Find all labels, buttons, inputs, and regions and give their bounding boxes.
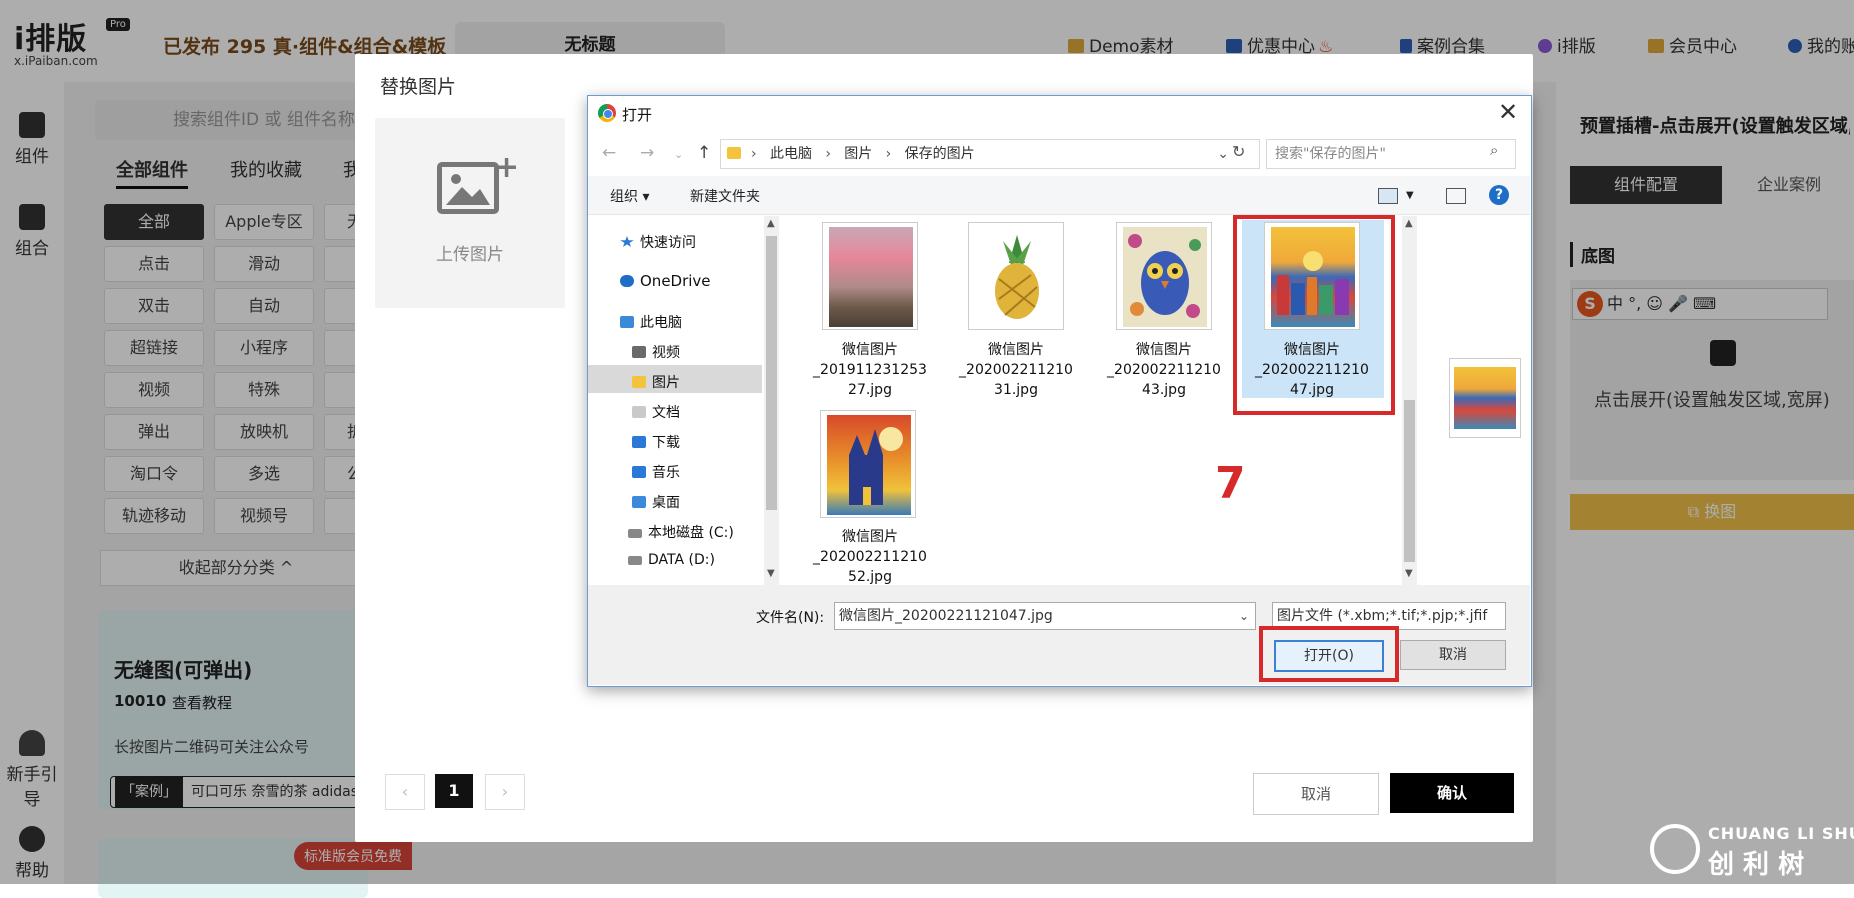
drive-icon [628,529,642,538]
sunset-image [829,227,913,327]
preview-image [1454,367,1516,429]
view-dropdown[interactable]: ▼ [1406,190,1414,201]
tree-music[interactable]: 音乐 [632,462,680,482]
cloud-icon [620,275,634,287]
cancel-button[interactable]: 取消 [1400,640,1506,670]
caret-down-icon: ▼ [1406,190,1414,201]
view-icon[interactable] [1378,188,1398,204]
tree-drive-c[interactable]: 本地磁盘 (C:) [628,522,734,542]
back-button[interactable]: ← [602,143,616,163]
folder-icon [727,147,741,159]
file-item[interactable]: 微信图片 _202002211210 43.jpg [1104,340,1224,400]
chevron-left-icon: ‹ [401,782,409,801]
image-icon [437,162,499,214]
breadcrumb-sep-icon: › [751,146,757,162]
new-folder-button[interactable]: 新建文件夹 [690,186,760,206]
help-icon[interactable]: ? [1489,185,1509,205]
file-thumbnail[interactable] [1116,222,1212,330]
organize-menu[interactable]: 组织 ▾ [610,186,649,206]
filename-input[interactable]: 微信图片_20200221121047.jpg ⌄ [834,602,1256,630]
tree-videos[interactable]: 视频 [632,342,680,362]
video-folder-icon [632,346,646,358]
tree-documents[interactable]: 文档 [632,402,680,422]
scroll-down-icon[interactable]: ▼ [1405,568,1413,579]
dialog-title: 打开 [622,106,653,124]
files-scroll-thumb[interactable] [1404,400,1415,562]
scroll-down-icon[interactable]: ▼ [767,568,775,579]
watermark-cn: 创 利 树 [1708,850,1805,880]
step-number: 7 [1215,458,1246,509]
tree-desktop[interactable]: 桌面 [632,492,680,512]
filename-label: 文件名(N): [756,610,825,626]
upload-label: 上传图片 [436,245,504,265]
search-folder-input[interactable]: 搜索"保存的图片" [1266,139,1516,169]
documents-folder-icon [632,406,646,418]
refresh-button[interactable]: ↻ [1232,142,1245,161]
tree-scroll-thumb[interactable] [766,236,777,510]
forward-button[interactable]: → [640,143,654,163]
chevron-down-icon[interactable]: ⌄ [1235,603,1249,629]
file-thumbnail[interactable] [820,410,916,518]
tree-pictures[interactable]: 图片 [632,372,680,392]
chevron-down-icon[interactable]: ⌄ [1217,140,1229,168]
file-item[interactable]: 微信图片 _202002211210 31.jpg [956,340,1076,400]
highlight-selected-file [1233,215,1395,415]
preview-pane [1449,358,1521,438]
refresh-icon: ↻ [1232,142,1246,161]
page-current[interactable]: 1 [435,774,473,808]
file-thumbnail[interactable] [968,222,1064,330]
page-next-button[interactable]: › [485,774,525,810]
download-folder-icon [632,436,646,448]
owl-image [1123,227,1207,327]
drive-icon [628,556,642,565]
castle-image [827,415,911,515]
watermark-logo-icon [1650,824,1700,874]
watermark-en: CHUANG LI SHU [1708,824,1854,843]
chrome-icon-center [603,109,613,119]
modal-cancel-button[interactable]: 取消 [1253,773,1379,815]
pineapple-image [975,227,1059,327]
modal-confirm-button[interactable]: 确认 [1390,773,1514,813]
breadcrumb-this-pc[interactable]: 此电脑 [770,146,812,162]
highlight-open-button [1259,626,1399,682]
breadcrumb-saved-pictures[interactable]: 保存的图片 [905,146,975,162]
breadcrumb-sep-icon: › [885,146,892,162]
close-icon[interactable]: ✕ [1498,98,1518,126]
tree-quick-access[interactable]: 快速访问 [620,232,696,252]
file-item[interactable]: 微信图片 _201911231253 27.jpg [810,340,930,400]
scroll-up-icon[interactable]: ▲ [767,218,775,229]
modal-title: 替换图片 [380,76,457,98]
page-prev-button[interactable]: ‹ [385,774,425,810]
chevron-down-icon: ⌄ [674,148,684,161]
tree-this-pc[interactable]: 此电脑 [620,312,682,332]
music-folder-icon [632,466,646,478]
chevron-right-icon: › [501,782,509,801]
plus-icon: + [494,150,520,185]
star-icon [620,236,634,247]
desktop-folder-icon [632,496,646,508]
file-thumbnail[interactable] [822,222,918,330]
tree-downloads[interactable]: 下载 [632,432,680,452]
pictures-folder-icon [632,376,646,388]
computer-icon [620,316,634,328]
arrow-up-icon: ↑ [697,143,712,163]
breadcrumb-pictures[interactable]: 图片 [844,146,872,162]
recent-locations-button[interactable]: ⌄ [674,148,683,161]
scroll-up-icon[interactable]: ▲ [1405,218,1413,229]
arrow-left-icon: ← [602,143,617,163]
address-bar[interactable]: › 此电脑 › 图片 › 保存的图片 ⌄ [720,139,1260,169]
breadcrumb-sep-icon: › [825,146,831,162]
up-button[interactable]: ↑ [697,143,711,163]
tree-drive-d[interactable]: DATA (D:) [628,552,715,568]
preview-pane-icon[interactable] [1446,188,1466,204]
file-item[interactable]: 微信图片 _202002211210 52.jpg [810,527,930,587]
arrow-right-icon: → [640,143,655,163]
tree-onedrive[interactable]: OneDrive [620,272,711,290]
search-icon: ⌕ [1490,141,1499,159]
